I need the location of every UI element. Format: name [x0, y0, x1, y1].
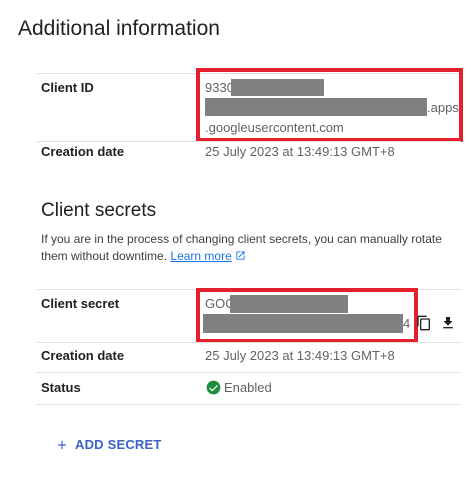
learn-more-link[interactable]: Learn more [170, 249, 231, 263]
creation-date-value: 25 July 2023 at 13:49:13 GMT+8 [205, 348, 395, 363]
divider [36, 342, 461, 343]
status-value: Enabled [206, 380, 272, 395]
highlight-box [196, 288, 418, 343]
client-id-label: Client ID [41, 80, 94, 95]
external-link-icon [236, 251, 245, 260]
status-label: Status [41, 380, 81, 395]
plus-icon [57, 440, 67, 449]
page-title: Additional information [18, 17, 220, 40]
creation-date-label: Creation date [41, 144, 125, 159]
status-text: Enabled [224, 380, 272, 395]
section-title: Client secrets [41, 200, 157, 221]
divider [36, 141, 461, 142]
creation-date-value: 25 July 2023 at 13:49:13 GMT+8 [205, 144, 395, 159]
divider [36, 404, 461, 405]
creation-date-label: Creation date [41, 348, 125, 363]
download-button[interactable] [440, 315, 458, 333]
section-description: If you are in the process of changing cl… [41, 231, 461, 265]
copy-button[interactable] [416, 315, 434, 333]
add-secret-button[interactable]: ADD SECRET [55, 437, 162, 452]
check-circle-icon [206, 380, 221, 395]
copy-icon [417, 315, 430, 331]
highlight-box [196, 68, 463, 142]
client-secret-label: Client secret [41, 296, 120, 311]
download-icon [443, 317, 453, 329]
add-secret-label: ADD SECRET [75, 437, 162, 452]
divider [36, 372, 461, 373]
